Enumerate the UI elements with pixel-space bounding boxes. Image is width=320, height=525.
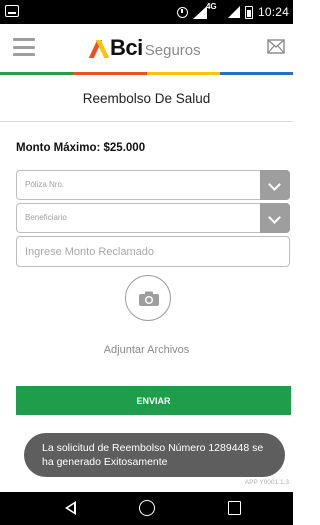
chevron-down-icon[interactable]: [260, 203, 290, 233]
battery-icon: [244, 5, 253, 19]
recents-icon[interactable]: [228, 501, 241, 515]
signal-strength-icon: [227, 6, 240, 18]
alarm-icon: [176, 6, 188, 18]
monto-maximo-label: Monto Máximo: $25.000: [16, 142, 146, 154]
notification-icon: [5, 5, 19, 17]
bci-logo-mark-icon: [88, 38, 110, 58]
toast-message: La solicitud de Reembolso Número 1289448…: [24, 433, 285, 477]
app-bar: Bci Seguros: [0, 24, 293, 72]
camera-icon: [139, 291, 159, 306]
status-bar: 4G 10:24: [0, 0, 293, 24]
system-nav-bar: [0, 492, 293, 525]
mail-icon[interactable]: [267, 39, 285, 54]
app-version: APP Y0001.1.3: [244, 479, 289, 486]
bci-seguros-logo: Bci Seguros: [88, 35, 201, 61]
page-title: Reembolso De Salud: [0, 75, 293, 122]
status-indicators: 4G 10:24: [176, 2, 289, 20]
cellular-signal-icon: 4G: [192, 2, 223, 19]
monto-reclamado-input[interactable]: [16, 236, 290, 267]
poliza-select[interactable]: Póliza Nro.: [16, 170, 290, 200]
chevron-down-icon[interactable]: [260, 170, 290, 200]
home-icon[interactable]: [139, 500, 155, 516]
enviar-button[interactable]: ENVIAR: [16, 386, 291, 415]
logo-subtext: Seguros: [144, 42, 201, 59]
attach-files-label: Adjuntar Archivos: [103, 344, 190, 356]
network-type-label: 4G: [205, 2, 217, 11]
beneficiario-placeholder: Beneficiario: [25, 213, 67, 222]
poliza-placeholder: Póliza Nro.: [25, 180, 65, 189]
logo-text: Bci: [110, 35, 143, 60]
beneficiario-select[interactable]: Beneficiario: [16, 203, 290, 233]
attach-files-button[interactable]: [125, 275, 171, 321]
back-icon[interactable]: [65, 501, 76, 515]
menu-icon[interactable]: [13, 38, 35, 56]
status-time: 10:24: [257, 5, 289, 19]
